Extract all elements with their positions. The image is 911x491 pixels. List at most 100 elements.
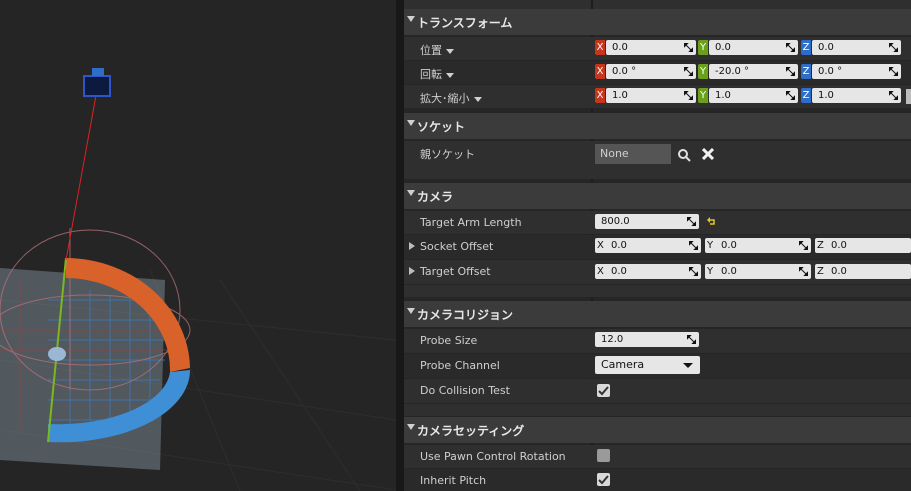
- drag-arrows-icon: [799, 241, 808, 250]
- row-scale: 拡大･縮小 X 1.0 Y 1.0 Z 1.0: [404, 85, 911, 108]
- y-axis-label: Y: [698, 88, 708, 103]
- location-label[interactable]: 位置: [420, 42, 454, 58]
- do-collision-test-checkbox[interactable]: [597, 384, 610, 397]
- x-axis-label: X: [595, 40, 605, 55]
- category-camera-settings[interactable]: カメラセッティング: [404, 417, 911, 443]
- drag-arrows-icon: [689, 267, 698, 276]
- row-spacer: [404, 404, 911, 416]
- location-y-field[interactable]: 0.0: [709, 40, 798, 55]
- category-title: カメラコリジョン: [417, 308, 514, 322]
- target-offset-label: Target Offset: [420, 265, 491, 278]
- expand-arrow-icon[interactable]: [409, 242, 415, 250]
- z-axis-label: Z: [801, 64, 811, 79]
- socket-offset-x-field[interactable]: X 0.0: [595, 238, 701, 253]
- drag-arrows-icon: [889, 91, 898, 100]
- drag-arrows-icon: [799, 267, 808, 276]
- probe-channel-select[interactable]: Camera: [595, 356, 700, 374]
- row-target-arm-length: Target Arm Length 800.0: [404, 211, 911, 234]
- row-probe-size: Probe Size 12.0: [404, 329, 911, 353]
- z-axis-label: Z: [801, 40, 811, 55]
- do-collision-test-label: Do Collision Test: [420, 384, 510, 397]
- panel-top-strip: [404, 0, 911, 9]
- probe-channel-label: Probe Channel: [420, 359, 500, 372]
- rotation-x-field[interactable]: 0.0 °: [606, 64, 696, 79]
- row-spacer: [404, 285, 911, 297]
- y-axis-label: Y: [707, 266, 714, 277]
- drag-arrows-icon: [786, 91, 795, 100]
- scale-y-field[interactable]: 1.0: [709, 88, 798, 103]
- inherit-pitch-checkbox[interactable]: [597, 473, 610, 486]
- y-axis-label: Y: [698, 64, 708, 79]
- viewport-3d[interactable]: [0, 0, 396, 491]
- drag-arrows-icon: [889, 43, 898, 52]
- drag-arrows-icon: [786, 67, 795, 76]
- target-offset-z-field[interactable]: Z 0.0: [815, 264, 911, 279]
- rotation-y-field[interactable]: -20.0 °: [709, 64, 798, 79]
- row-use-pawn-control-rotation: Use Pawn Control Rotation: [404, 445, 911, 468]
- drag-arrows-icon: [687, 335, 696, 344]
- use-pawn-control-rotation-checkbox[interactable]: [597, 449, 610, 462]
- target-offset-y-field[interactable]: Y 0.0: [705, 264, 811, 279]
- close-icon[interactable]: [702, 148, 714, 160]
- target-arm-length-label: Target Arm Length: [420, 216, 522, 229]
- drag-arrows-icon: [684, 43, 693, 52]
- chevron-down-icon: [473, 96, 482, 102]
- scale-x-field[interactable]: 1.0: [606, 88, 696, 103]
- expand-arrow-icon[interactable]: [409, 267, 415, 275]
- category-title: トランスフォーム: [417, 16, 513, 30]
- row-target-offset: Target Offset X 0.0 Y 0.0 Z 0.0: [404, 260, 911, 284]
- checkmark-icon: [598, 386, 609, 396]
- row-socket-offset: Socket Offset X 0.0 Y 0.0 Z 0.0: [404, 235, 911, 259]
- socket-offset-z-field[interactable]: Z 0.0: [815, 238, 911, 253]
- y-axis-label: Y: [698, 40, 708, 55]
- viewport-scene: [0, 0, 396, 491]
- rotation-z-field[interactable]: 0.0 °: [812, 64, 901, 79]
- lock-icon[interactable]: [906, 89, 911, 104]
- inherit-pitch-label: Inherit Pitch: [420, 474, 487, 487]
- category-socket[interactable]: ソケット: [404, 113, 911, 139]
- socket-offset-y-field[interactable]: Y 0.0: [705, 238, 811, 253]
- collapse-arrow-icon: [407, 120, 415, 126]
- collapse-arrow-icon: [407, 16, 415, 22]
- chevron-down-icon: [446, 72, 454, 78]
- location-z-field[interactable]: 0.0: [812, 40, 901, 55]
- parent-socket-label: 親ソケット: [420, 148, 475, 161]
- category-camera[interactable]: カメラ: [404, 183, 911, 209]
- category-title: カメラセッティング: [417, 424, 525, 438]
- details-panel: トランスフォーム 位置 X 0.0 Y 0.0 Z 0.0 回転 X 0.0 °…: [404, 0, 911, 491]
- target-offset-x-field[interactable]: X 0.0: [595, 264, 701, 279]
- row-rotation: 回転 X 0.0 ° Y -20.0 ° Z 0.0 °: [404, 61, 911, 84]
- row-probe-channel: Probe Channel Camera: [404, 354, 911, 378]
- category-title: ソケット: [417, 120, 466, 134]
- search-icon[interactable]: [677, 148, 691, 162]
- x-axis-label: X: [595, 88, 605, 103]
- collapse-arrow-icon: [407, 308, 415, 314]
- target-arm-length-field[interactable]: 800.0: [595, 214, 699, 229]
- x-axis-label: X: [597, 266, 604, 277]
- probe-size-label: Probe Size: [420, 334, 478, 347]
- row-location: 位置 X 0.0 Y 0.0 Z 0.0: [404, 37, 911, 60]
- parent-socket-field[interactable]: None: [595, 144, 671, 164]
- scale-label[interactable]: 拡大･縮小: [420, 90, 482, 106]
- z-axis-label: Z: [801, 88, 811, 103]
- category-camera-collision[interactable]: カメラコリジョン: [404, 301, 911, 327]
- row-do-collision-test: Do Collision Test: [404, 379, 911, 403]
- drag-arrows-icon: [889, 67, 898, 76]
- scale-z-field[interactable]: 1.0: [812, 88, 901, 103]
- chevron-down-icon: [683, 363, 693, 368]
- z-axis-label: Z: [817, 266, 824, 277]
- panel-splitter[interactable]: [396, 0, 404, 491]
- drag-arrows-icon: [684, 91, 693, 100]
- category-transform[interactable]: トランスフォーム: [404, 9, 911, 35]
- location-x-field[interactable]: 0.0: [606, 40, 696, 55]
- probe-size-field[interactable]: 12.0: [595, 332, 699, 347]
- drag-arrows-icon: [786, 43, 795, 52]
- rotation-label[interactable]: 回転: [420, 66, 454, 82]
- reset-arrow-icon[interactable]: [707, 217, 717, 227]
- checkmark-icon: [598, 475, 609, 485]
- chevron-down-icon: [446, 48, 454, 54]
- use-pawn-control-rotation-label: Use Pawn Control Rotation: [420, 450, 566, 463]
- drag-arrows-icon: [684, 67, 693, 76]
- collapse-arrow-icon: [407, 424, 415, 430]
- socket-offset-label: Socket Offset: [420, 240, 494, 253]
